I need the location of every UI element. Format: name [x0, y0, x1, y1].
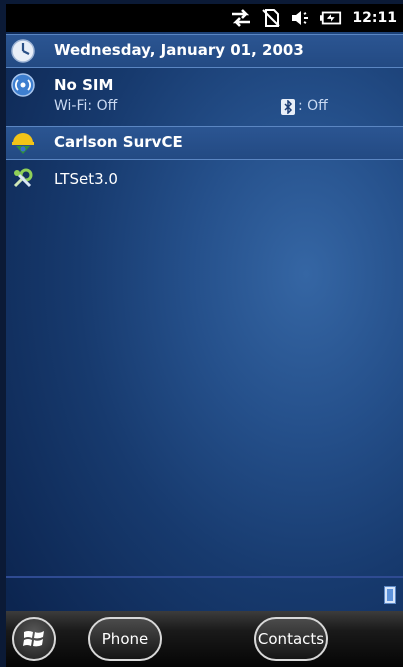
- sync-arrows-icon[interactable]: [230, 8, 252, 28]
- no-sim-icon[interactable]: [260, 8, 282, 28]
- clock-icon: [10, 38, 36, 64]
- contacts-softkey[interactable]: Contacts: [254, 617, 328, 661]
- bluetooth-icon[interactable]: [281, 99, 295, 115]
- status-clock[interactable]: 12:11: [352, 10, 397, 26]
- app-label-carlson: Carlson SurvCE: [54, 133, 183, 151]
- bluetooth-status[interactable]: : Off: [298, 98, 328, 114]
- windows-logo-icon: [23, 631, 44, 647]
- softkey-bar: Phone Contacts: [6, 611, 403, 667]
- wifi-status[interactable]: Wi-Fi: Off: [54, 98, 117, 114]
- date-row[interactable]: Wednesday, January 01, 2003: [6, 34, 403, 68]
- sip-keyboard-icon[interactable]: [384, 586, 396, 604]
- app-label-ltset: LTSet3.0: [54, 170, 118, 188]
- status-bar: 12:11: [6, 4, 403, 32]
- speaker-icon[interactable]: [290, 8, 312, 28]
- tools-icon: [10, 166, 36, 192]
- connectivity-row[interactable]: No SIM Wi-Fi: Off : Off: [6, 68, 403, 126]
- surveyor-helmet-icon: [10, 130, 36, 156]
- network-status: No SIM: [54, 76, 114, 94]
- start-button[interactable]: [12, 617, 56, 661]
- battery-icon[interactable]: [320, 8, 342, 28]
- date-label: Wednesday, January 01, 2003: [54, 41, 304, 59]
- bottom-divider: [6, 576, 403, 578]
- app-row-ltset[interactable]: LTSet3.0: [6, 162, 403, 194]
- antenna-icon: [10, 72, 36, 98]
- today-screen: 12:11 Wednesday, January 01, 2003 No SIM…: [6, 4, 403, 667]
- app-row-carlson[interactable]: Carlson SurvCE: [6, 126, 403, 160]
- phone-softkey[interactable]: Phone: [88, 617, 162, 661]
